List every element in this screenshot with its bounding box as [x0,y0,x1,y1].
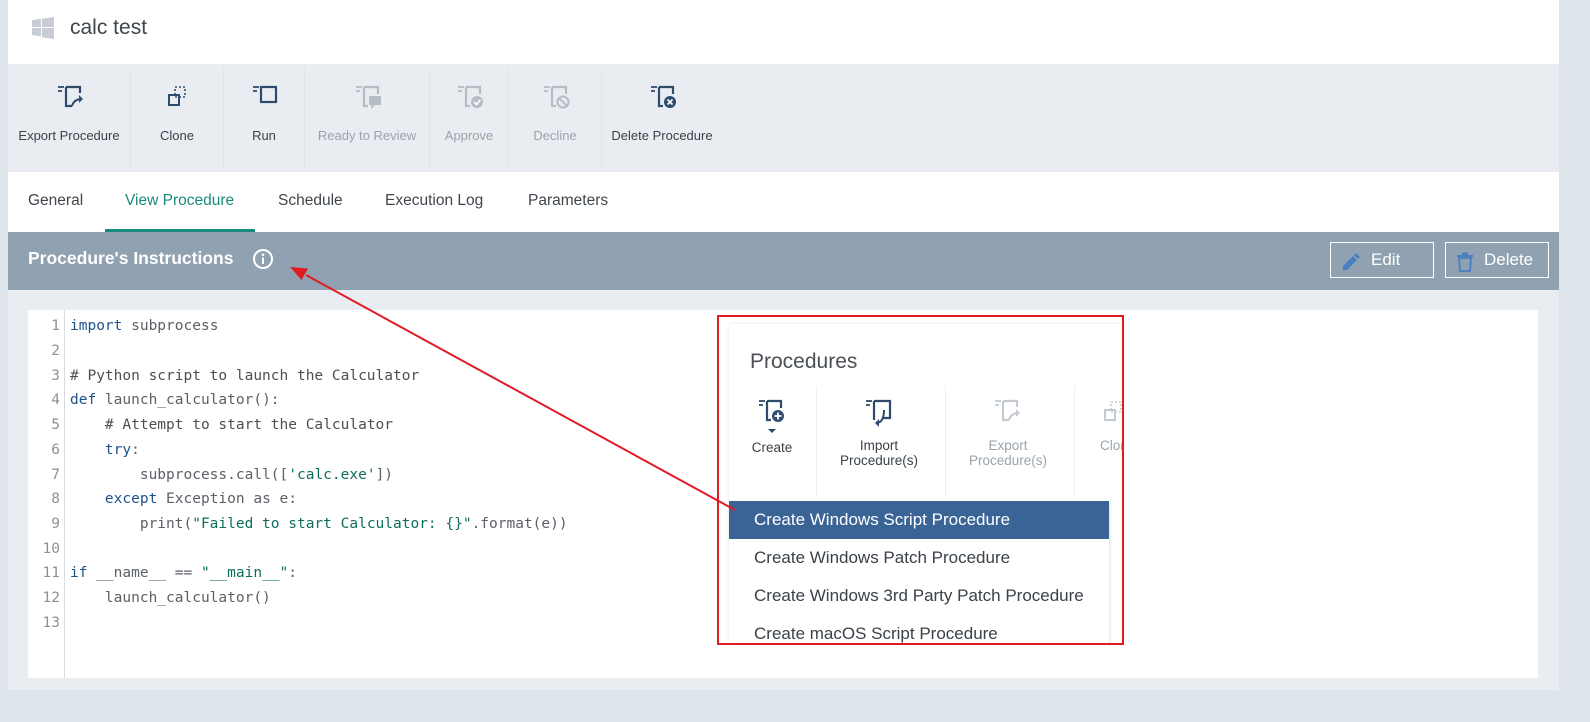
code-line: # Attempt to start the Calculator [104,417,394,433]
code-line: launch_calculator() [70,590,271,606]
import-procedures-button[interactable]: Import Procedure(s) [819,396,939,468]
toolbar-separator [816,386,817,496]
import-procedure-icon [866,399,892,427]
line-number-gutter: 1 2 3 4 5 6 7 8 9 10 11 12 13 [28,310,65,678]
line-number: 11 [42,565,60,581]
decline-button[interactable]: Decline [509,64,601,172]
clone-button-partial[interactable]: Clon [1079,396,1122,453]
line-number: 12 [42,590,60,606]
menu-item-create-windows-3rd-party-patch[interactable]: Create Windows 3rd Party Patch Procedure [729,577,1109,615]
clone-button[interactable]: Clone [131,64,223,172]
approve-icon [458,85,483,108]
windows-icon [32,17,54,39]
tab-general[interactable]: General [28,192,83,210]
code-line: except Exception as e: [104,491,297,507]
tab-schedule[interactable]: Schedule [278,192,343,210]
line-number: 13 [42,615,60,631]
section-header: Procedure's Instructions Edit Delete [8,232,1559,290]
export-procedure-icon [58,85,83,108]
toolbar: Export Procedure Clone Run Ready to Revi… [8,64,1559,172]
code-line: print("Failed to start Calculator: {}".f… [70,516,568,532]
line-number: 9 [51,516,60,532]
section-title: Procedure's Instructions [28,248,234,268]
code-line: import subprocess [70,318,219,334]
tab-parameters[interactable]: Parameters [528,192,608,210]
menu-item-create-windows-script[interactable]: Create Windows Script Procedure [729,501,1109,539]
export-procedure-button[interactable]: Export Procedure [8,64,130,172]
menu-item-create-macos-script[interactable]: Create macOS Script Procedure [729,615,1109,643]
code-line: # Python script to launch the Calculator [70,368,420,384]
page-header: calc test [8,0,1559,64]
tab-execution-log[interactable]: Execution Log [385,192,483,210]
line-number: 1 [51,318,60,334]
code-line: def launch_calculator(): [70,392,280,408]
menu-item-create-windows-patch[interactable]: Create Windows Patch Procedure [729,539,1109,577]
create-dropdown-menu: Create Windows Script Procedure Create W… [729,501,1109,643]
info-icon[interactable] [252,248,274,270]
line-number: 4 [51,392,60,408]
line-number: 2 [51,343,60,359]
procedures-title: Procedures [750,350,858,373]
line-number: 7 [51,467,60,483]
procedures-panel: Procedures Create Import Procedure(s) Ex… [729,324,1122,643]
export-procedures-button[interactable]: Export Procedure(s) [948,396,1068,468]
code-line: subprocess.call(['calc.exe']) [70,467,394,483]
ready-to-review-icon [356,85,381,109]
edit-button[interactable]: Edit [1330,242,1434,278]
approve-button[interactable]: Approve [430,64,508,172]
export-procedures-icon [995,399,1020,422]
line-number: 10 [42,541,60,557]
line-number: 8 [51,491,60,507]
delete-procedure-button[interactable]: Delete Procedure [602,64,722,172]
create-procedure-icon [759,399,784,433]
clone-icon [168,86,186,106]
delete-button[interactable]: Delete [1445,242,1549,278]
code-line: try: [104,442,140,458]
page-frame: calc test Export Procedure Clone Run Rea… [8,0,1559,722]
decline-icon [544,85,570,109]
clone-icon [1104,401,1122,421]
run-button[interactable]: Run [224,64,304,172]
ready-to-review-button[interactable]: Ready to Review [305,64,429,172]
trash-icon [1457,252,1473,272]
page-title: calc test [70,16,148,39]
delete-procedure-icon [651,85,676,108]
code-line: if __name__ == "__main__": [70,565,298,581]
pencil-icon [1343,253,1360,270]
toolbar-separator [1074,386,1075,496]
line-number: 6 [51,442,60,458]
run-icon [253,85,278,104]
tab-bar: General View Procedure Schedule Executio… [8,172,1559,232]
annotation-inset: Procedures Create Import Procedure(s) Ex… [717,315,1124,645]
toolbar-separator [945,386,946,496]
line-number: 5 [51,417,60,433]
line-number: 3 [51,368,60,384]
tab-view-procedure[interactable]: View Procedure [125,192,234,210]
